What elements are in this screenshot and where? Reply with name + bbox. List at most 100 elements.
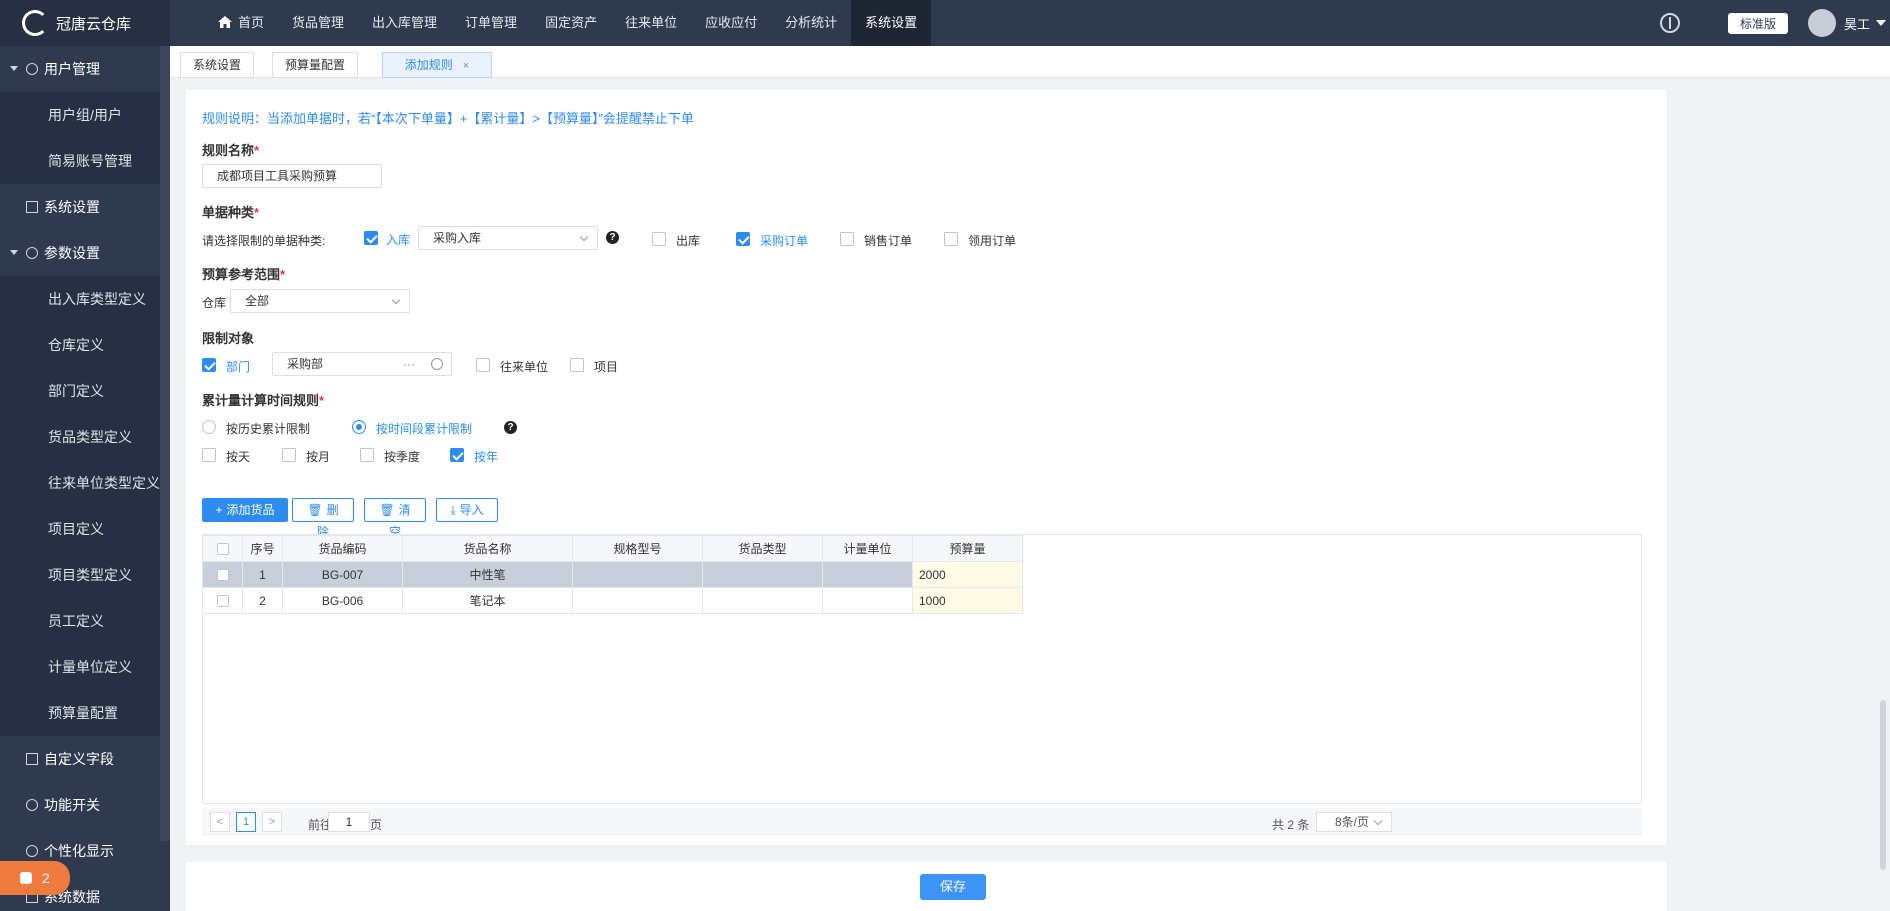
header-budget[interactable]: 预算量 — [912, 535, 1023, 562]
more-icon[interactable]: ··· — [403, 353, 415, 375]
target-dept-input[interactable]: 采购部 ··· — [272, 352, 452, 376]
edition-badge[interactable]: 标准版 — [1727, 12, 1788, 34]
user-icon — [26, 63, 38, 75]
by-day-checkbox[interactable] — [202, 448, 216, 462]
notification-badge[interactable]: 2 — [0, 861, 70, 895]
target-partner-checkbox[interactable] — [476, 358, 490, 372]
sidebar-item-user-management[interactable]: 用户管理 — [0, 46, 170, 92]
by-month-checkbox[interactable] — [282, 448, 296, 462]
header-unit[interactable]: 计量单位 — [822, 535, 913, 562]
add-goods-button[interactable]: + 添加货品 — [202, 498, 288, 522]
doc-sales-checkbox[interactable] — [840, 232, 854, 246]
logo-icon — [22, 10, 48, 36]
prev-page-button[interactable]: < — [210, 812, 230, 832]
sidebar-item-partner-types[interactable]: 往来单位类型定义 — [0, 460, 170, 506]
nav-item-assets[interactable]: 固定资产 — [531, 0, 611, 46]
trash-icon: 🗑 — [379, 503, 395, 517]
import-button[interactable]: ⤓ 导入 — [436, 498, 498, 522]
table-row[interactable]: 2 BG-006 笔记本 1000 — [202, 587, 1023, 614]
target-dept-checkbox[interactable] — [202, 358, 216, 372]
header-type[interactable]: 货品类型 — [702, 535, 823, 562]
tab-add-rule[interactable]: 添加规则 × — [382, 52, 492, 78]
tab-system-settings[interactable]: 系统设置 — [180, 52, 254, 78]
header-no[interactable]: 序号 — [242, 535, 283, 562]
sidebar-item-units[interactable]: 计量单位定义 — [0, 644, 170, 690]
radio-history[interactable] — [202, 420, 216, 434]
tab-budget-config[interactable]: 预算量配置 — [272, 52, 358, 78]
header-select-all[interactable] — [202, 535, 243, 562]
radio-history-label: 按历史累计限制 — [226, 422, 311, 436]
sidebar-item-projects[interactable]: 项目定义 — [0, 506, 170, 552]
help-icon[interactable]: ? — [504, 421, 517, 434]
sidebar-item-warehouses[interactable]: 仓库定义 — [0, 322, 170, 368]
doc-out-checkbox[interactable] — [652, 232, 666, 246]
header-code[interactable]: 货品编码 — [282, 535, 403, 562]
select-all-checkbox[interactable] — [216, 543, 229, 556]
cell-budget-input[interactable]: 2000 — [912, 561, 1023, 588]
radio-period[interactable] — [352, 420, 366, 434]
sidebar-item-user-groups[interactable]: 用户组/用户 — [0, 92, 170, 138]
goto-page-input[interactable]: 1 — [328, 812, 370, 832]
radio-period-label: 按时间段累计限制 — [376, 422, 473, 436]
sidebar-item-custom-fields[interactable]: 自定义字段 — [0, 736, 170, 782]
by-quarter-checkbox[interactable] — [360, 448, 374, 462]
nav-item-settings[interactable]: 系统设置 — [851, 0, 932, 46]
row-checkbox[interactable] — [216, 595, 229, 608]
footer-card: 保存 — [186, 862, 1666, 911]
doc-purchase-checkbox[interactable] — [736, 232, 750, 246]
sidebar-item-project-types[interactable]: 项目类型定义 — [0, 552, 170, 598]
page-size-select[interactable]: 8条/页 — [1316, 812, 1392, 832]
sidebar-item-system-settings[interactable]: 系统设置 — [0, 184, 170, 230]
by-year-checkbox[interactable] — [450, 448, 464, 462]
sidebar-scrollbar[interactable] — [160, 46, 170, 841]
rule-name-input[interactable]: 成都项目工具采购预算 — [202, 164, 382, 188]
row-select[interactable] — [202, 587, 243, 614]
sidebar-item-parameters[interactable]: 参数设置 — [0, 230, 170, 276]
nav-item-inout[interactable]: 出入库管理 — [358, 0, 451, 46]
sidebar-item-inout-types[interactable]: 出入库类型定义 — [0, 276, 170, 322]
header-name[interactable]: 货品名称 — [402, 535, 573, 562]
doc-requisition-checkbox[interactable] — [944, 232, 958, 246]
next-page-button[interactable]: > — [262, 812, 282, 832]
help-icon[interactable]: ? — [606, 231, 619, 244]
page-suffix: 页 — [370, 818, 383, 832]
brand[interactable]: 冠唐云仓库 — [0, 0, 170, 46]
header-spec[interactable]: 规格型号 — [572, 535, 703, 562]
cell-budget-input[interactable]: 1000 — [912, 587, 1023, 614]
page-scrollbar[interactable] — [1880, 700, 1886, 870]
sidebar-item-feature-switch[interactable]: 功能开关 — [0, 782, 170, 828]
save-button[interactable]: 保存 — [920, 874, 986, 900]
nav-item-goods[interactable]: 货品管理 — [278, 0, 358, 46]
table-row[interactable]: 1 BG-007 中性笔 2000 — [202, 561, 1023, 588]
user-name[interactable]: 昊工 — [1844, 14, 1870, 33]
doc-in-select[interactable]: 采购入库 — [418, 226, 598, 250]
sidebar-item-departments[interactable]: 部门定义 — [0, 368, 170, 414]
nav-item-receivables[interactable]: 应收应付 — [691, 0, 771, 46]
sidebar-item-simple-accounts[interactable]: 简易账号管理 — [0, 138, 170, 184]
rule-name-label: 规则名称* — [202, 143, 260, 158]
trash-icon: 🗑 — [307, 503, 323, 517]
row-checkbox[interactable] — [216, 569, 229, 582]
sidebar-item-employees[interactable]: 员工定义 — [0, 598, 170, 644]
doc-in-label: 入库 — [386, 233, 411, 247]
sidebar-item-budget-config[interactable]: 预算量配置 — [0, 690, 170, 736]
avatar[interactable] — [1807, 9, 1836, 37]
nav-item-analytics[interactable]: 分析统计 — [771, 0, 851, 46]
power-icon[interactable] — [1659, 13, 1680, 33]
cell-type — [702, 561, 823, 588]
sidebar-item-goods-types[interactable]: 货品类型定义 — [0, 414, 170, 460]
nav-item-orders[interactable]: 订单管理 — [451, 0, 531, 46]
clear-icon[interactable] — [431, 358, 443, 370]
delete-button[interactable]: 🗑 删除 — [292, 498, 354, 539]
warehouse-select[interactable]: 全部 — [230, 289, 410, 313]
monitor-icon — [26, 201, 38, 213]
chevron-down-icon[interactable] — [1876, 20, 1886, 26]
target-project-checkbox[interactable] — [570, 358, 584, 372]
close-icon[interactable]: × — [463, 60, 469, 72]
row-select[interactable] — [202, 561, 243, 588]
page-1-button[interactable]: 1 — [236, 812, 256, 832]
clear-button[interactable]: 🗑 清空 — [364, 498, 426, 539]
nav-item-home[interactable]: 首页 — [204, 0, 278, 46]
nav-item-partners[interactable]: 往来单位 — [611, 0, 691, 46]
doc-in-checkbox[interactable] — [364, 231, 378, 245]
